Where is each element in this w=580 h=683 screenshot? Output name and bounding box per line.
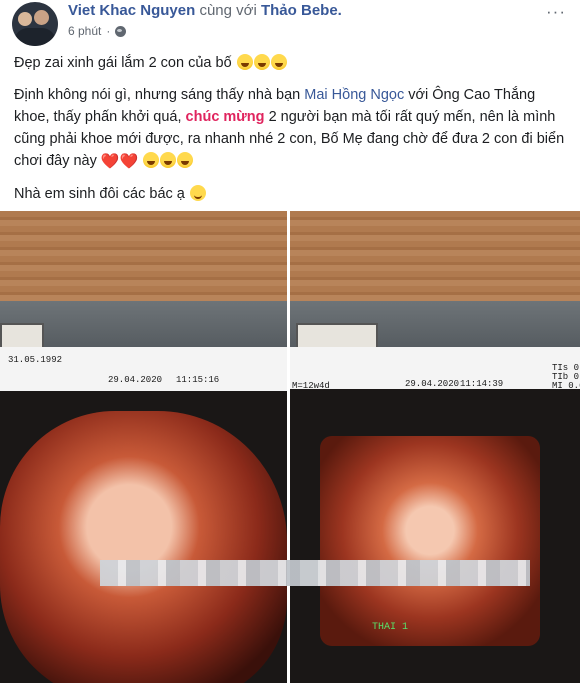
avatar[interactable] [12,2,58,46]
with-text: cùng với [199,2,257,19]
ultrasound-image [0,411,287,683]
post-time[interactable]: 6 phút [68,24,101,38]
scan-time: 11:14:39 [460,379,504,389]
post-meta: 6 phút · [68,24,127,38]
post-body: Đẹp zai xinh gái lắm 2 con của bố Định k… [14,52,570,215]
globe-icon [115,25,127,37]
laugh-emoji [143,152,160,168]
post-line-1: Đẹp zai xinh gái lắm 2 con của bố [14,52,570,74]
post-line-3: Nhà em sinh đôi các bác ạ [14,183,570,205]
facebook-post: Viet Khac Nguyen cùng với Thảo Bebe. 6 p… [0,0,580,683]
laugh-emoji [160,152,177,168]
laugh-emoji [253,54,270,70]
scan-date-1: 31.05.1992 [8,355,63,365]
more-icon[interactable]: ··· [546,2,566,22]
laugh-emoji [270,54,287,70]
heart-emoji: ❤️ [119,153,139,170]
scan-date-2: 29.04.2020 [108,375,163,385]
ultrasound-image [320,436,540,646]
author-name[interactable]: Viet Khac Nguyen [68,2,195,19]
tagged-friend[interactable]: Thảo Bebe. [261,2,342,19]
laugh-emoji [177,152,194,168]
gestational-age: M=12w4d [292,381,330,391]
post-paragraph-2: Định không nói gì, nhưng sáng thấy nhà b… [14,87,565,170]
highlight-chuc-mung: chúc mừng [185,109,265,125]
laugh-emoji [236,54,253,70]
blurred-patient-info [100,560,530,586]
smile-emoji [189,185,206,201]
fetus-label: THAI 1 [372,622,409,633]
heart-emoji: ❤️ [100,153,120,170]
index-mi: MI 0.6 [552,381,580,391]
tag-mai-hong-ngoc[interactable]: Mai Hồng Ngọc [304,87,404,103]
photo-ultrasound-left[interactable]: 31.05.1992 29.04.2020 11:15:16 [0,211,287,683]
scan-date: 29.04.2020 [405,379,460,389]
post-header: Viet Khac Nguyen cùng với Thảo Bebe. 6 p… [0,0,580,48]
author-line: Viet Khac Nguyen cùng với Thảo Bebe. [68,2,342,19]
photo-ultrasound-right[interactable]: M=12w4d 29.04.2020 11:14:39 TIs 0. TIb 0… [290,211,580,683]
photo-grid: 31.05.1992 29.04.2020 11:15:16 M=12w4d 2… [0,211,580,683]
scan-time: 11:15:16 [176,375,220,385]
